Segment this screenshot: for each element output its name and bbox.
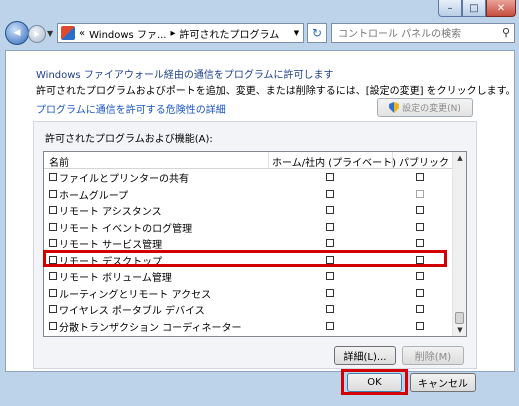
- home-network-checkbox[interactable]: [326, 272, 334, 280]
- back-arrow-icon: ◀: [13, 28, 21, 38]
- program-name: リモート サービス管理: [59, 240, 163, 251]
- program-name: 分散トランザクション コーディネーター: [59, 322, 242, 334]
- forward-arrow-icon: ▶: [34, 30, 40, 38]
- content-pane: Windows ファイアウォール経由の通信をプログラムに許可します 許可されたプ…: [5, 50, 516, 372]
- program-enable-checkbox[interactable]: [49, 222, 57, 231]
- uac-shield-icon: [389, 102, 400, 113]
- remove-button[interactable]: 削除(M): [402, 346, 464, 365]
- column-header-home[interactable]: ホーム/社内 (プライベート): [272, 154, 396, 169]
- search-input[interactable]: [336, 25, 500, 43]
- scroll-down-icon[interactable]: ▼: [455, 326, 465, 336]
- program-name: ファイルとプリンターの共有: [59, 174, 189, 185]
- table-row[interactable]: ルーティングとリモート アクセス: [44, 285, 452, 302]
- maximize-button[interactable]: □: [462, 0, 486, 17]
- public-network-checkbox[interactable]: [416, 305, 424, 313]
- close-button[interactable]: ✕: [486, 0, 516, 17]
- allowed-programs-group: 許可されたプログラムおよび機能(A): 名前 ホーム/社内 (プライベート) パ…: [33, 121, 477, 369]
- table-row[interactable]: ファイルとプリンターの共有: [44, 169, 452, 186]
- program-name: リモート ボリューム管理: [59, 273, 172, 284]
- scroll-up-icon[interactable]: ▲: [455, 154, 465, 164]
- program-enable-checkbox[interactable]: [49, 288, 57, 297]
- control-panel-icon: [61, 26, 75, 40]
- program-enable-checkbox[interactable]: [49, 173, 57, 181]
- table-row[interactable]: 分散トランザクション コーディネーター: [44, 318, 452, 335]
- program-name: リモート イベントのログ管理: [59, 223, 193, 235]
- public-network-checkbox[interactable]: [416, 222, 424, 231]
- breadcrumb-allowed-programs[interactable]: 許可されたプログラム: [180, 26, 280, 41]
- table-row[interactable]: ホームグループ: [44, 186, 452, 203]
- change-settings-button[interactable]: 設定の変更(N): [377, 98, 473, 117]
- table-row[interactable]: ワイヤレス ポータブル デバイス: [44, 301, 452, 318]
- public-network-checkbox[interactable]: [416, 239, 424, 247]
- public-network-checkbox[interactable]: [416, 272, 424, 280]
- public-network-checkbox[interactable]: [416, 206, 424, 214]
- public-network-checkbox[interactable]: [416, 288, 424, 297]
- public-network-checkbox[interactable]: [416, 321, 424, 330]
- program-name: ルーティングとリモート アクセス: [59, 289, 212, 301]
- program-enable-checkbox[interactable]: [49, 272, 57, 280]
- minimize-button[interactable]: –: [438, 0, 462, 17]
- list-header: 名前 ホーム/社内 (プライベート) パブリック: [44, 152, 452, 169]
- program-enable-checkbox[interactable]: [49, 206, 57, 214]
- firewall-window: – □ ✕ ◀ ▶ ▼ « Windows ファ... ▸ 許可されたプログラム…: [0, 0, 519, 406]
- home-network-checkbox[interactable]: [326, 321, 334, 330]
- navigation-bar: ◀ ▶ ▼ « Windows ファ... ▸ 許可されたプログラム ▼ ↻ ⚲: [5, 21, 515, 47]
- column-header-name[interactable]: 名前: [49, 154, 69, 169]
- program-name: リモート アシスタンス: [59, 207, 162, 218]
- public-network-checkbox[interactable]: [416, 189, 424, 198]
- address-bar[interactable]: « Windows ファ... ▸ 許可されたプログラム: [57, 23, 291, 43]
- cancel-button[interactable]: キャンセル: [410, 373, 476, 392]
- address-overflow[interactable]: «: [79, 28, 85, 39]
- details-button[interactable]: 詳細(L)...: [334, 346, 396, 365]
- back-button[interactable]: ◀: [5, 21, 29, 45]
- ok-button-highlight-box: [341, 369, 408, 395]
- table-row[interactable]: リモート アシスタンス: [44, 202, 452, 219]
- page-title: Windows ファイアウォール経由の通信をプログラムに許可します: [36, 70, 334, 81]
- home-network-checkbox[interactable]: [326, 288, 334, 297]
- recent-pages-dropdown-icon[interactable]: ▼: [47, 29, 53, 38]
- program-enable-checkbox[interactable]: [49, 189, 57, 198]
- program-enable-checkbox[interactable]: [49, 321, 57, 330]
- risk-info-link[interactable]: プログラムに通信を許可する危険性の詳細: [36, 101, 226, 116]
- remote-desktop-highlight-box: [43, 250, 447, 267]
- address-dropdown-icon[interactable]: ▼: [290, 23, 304, 43]
- home-network-checkbox[interactable]: [326, 189, 334, 198]
- scroll-thumb[interactable]: [455, 312, 464, 324]
- program-name: ホームグループ: [59, 190, 129, 202]
- home-network-checkbox[interactable]: [326, 173, 334, 181]
- home-network-checkbox[interactable]: [326, 206, 334, 214]
- program-name: ワイヤレス ポータブル デバイス: [59, 306, 205, 317]
- forward-button[interactable]: ▶: [28, 25, 46, 43]
- home-network-checkbox[interactable]: [326, 305, 334, 313]
- allowed-programs-list[interactable]: 名前 ホーム/社内 (プライベート) パブリック ファイルとプリンターの共有 ホー…: [43, 151, 467, 337]
- table-row[interactable]: リモート イベントのログ管理: [44, 219, 452, 236]
- search-icon[interactable]: ⚲: [502, 26, 510, 39]
- list-scrollbar[interactable]: ▲ ▼: [452, 152, 466, 336]
- column-header-public[interactable]: パブリック: [399, 154, 449, 169]
- change-settings-label: 設定の変更(N): [402, 104, 461, 114]
- refresh-icon[interactable]: ↻: [307, 23, 327, 43]
- allowed-programs-label: 許可されたプログラムおよび機能(A):: [45, 134, 213, 145]
- search-box[interactable]: ⚲: [331, 23, 515, 43]
- program-enable-checkbox[interactable]: [49, 239, 57, 247]
- breadcrumb-separator-icon[interactable]: ▸: [170, 28, 175, 39]
- page-description: 許可されたプログラムおよびポートを追加、変更、または削除するには、[設定の変更]…: [36, 86, 516, 97]
- program-enable-checkbox[interactable]: [49, 305, 57, 313]
- table-row[interactable]: リモート ボリューム管理: [44, 268, 452, 285]
- breadcrumb-windows-firewall[interactable]: Windows ファ...: [89, 26, 166, 41]
- home-network-checkbox[interactable]: [326, 222, 334, 231]
- public-network-checkbox[interactable]: [416, 173, 424, 181]
- home-network-checkbox[interactable]: [326, 239, 334, 247]
